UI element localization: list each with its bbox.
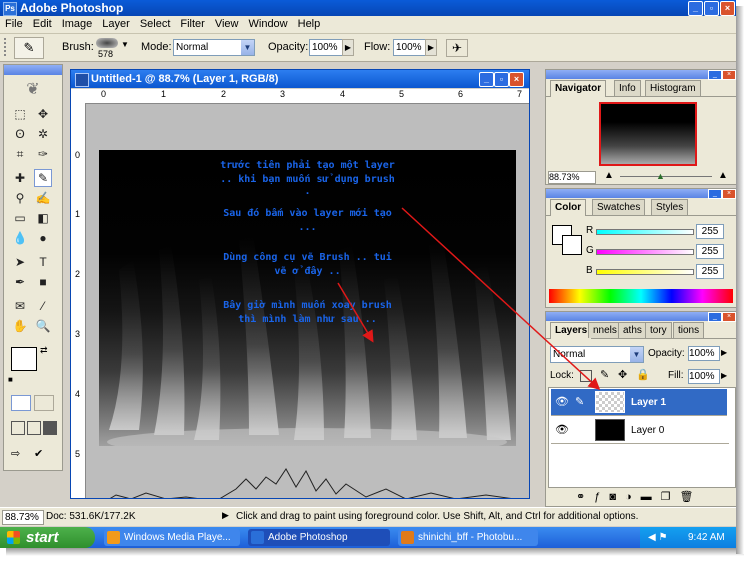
status-hint: Click and drag to paint using foreground… [236,511,639,522]
task-label: shinichi_bff - Photobu... [418,532,523,543]
status-bar: 88.73% Doc: 531.6K/177.2K ▶ Click and dr… [0,507,736,526]
tray-icons[interactable]: ◀ ⚑ [648,527,667,548]
start-label: start [26,529,59,546]
windows-taskbar: start Windows Media Playe... Adobe Photo… [0,527,736,548]
screenshot-frame: Ps Adobe Photoshop _ ▫ × File Edit Image La… [0,0,736,548]
task-label: Windows Media Playe... [124,532,231,543]
task-media-player[interactable]: Windows Media Playe... [104,529,240,546]
task-photobucket[interactable]: shinichi_bff - Photobu... [398,529,538,546]
status-zoom-value: 88.73% [5,512,39,523]
task-photoshop[interactable]: Adobe Photoshop [248,529,390,546]
task-label: Adobe Photoshop [268,532,348,543]
drop-shadow-right [736,6,744,554]
clock: 9:42 AM [688,532,725,543]
annotation-arrows [337,207,601,391]
drop-shadow-bottom [6,548,744,556]
windows-logo-icon [7,531,20,544]
status-doc-size: Doc: 531.6K/177.2K [46,511,136,522]
browser-icon [401,531,414,544]
status-zoom[interactable]: 88.73% [2,510,44,525]
status-menu-arrow-icon[interactable]: ▶ [222,510,229,521]
start-button[interactable]: start [0,527,95,548]
media-player-icon [107,531,120,544]
photoshop-task-icon [251,531,264,544]
system-tray: ◀ ⚑ 9:42 AM [640,527,736,548]
